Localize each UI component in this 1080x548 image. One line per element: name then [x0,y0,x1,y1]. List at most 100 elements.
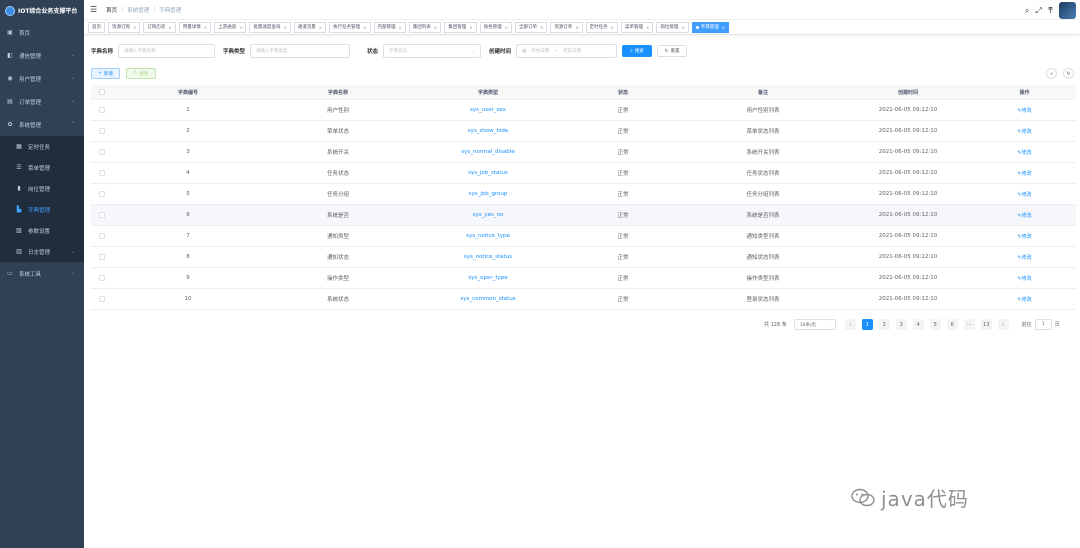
edit-link[interactable]: ✎修改 [973,212,1076,219]
close-icon[interactable]: × [319,25,322,30]
table-row[interactable]: 7 通知类型 sys_notice_type 正常 通知类型列表 2021-06-05 0… [91,226,1076,247]
prev-page-button[interactable]: ‹ [844,319,856,330]
sidebar-item-orders[interactable]: ▤ 订单管理 ⌄ [0,90,84,113]
dict-type-cell[interactable]: sys_show_hide [413,128,563,134]
sidebar-item-posts[interactable]: ▮ 岗位管理 [0,178,84,199]
close-icon[interactable]: × [681,25,684,30]
close-icon[interactable]: × [168,25,171,30]
reset-button[interactable]: ↻ 重置 [657,45,688,57]
sidebar-item-dictionary[interactable]: ▙ 字典管理 [0,199,84,220]
close-icon[interactable]: × [540,25,543,30]
font-size-icon[interactable]: ͳ [1048,6,1053,15]
table-row[interactable]: 2 菜单状态 sys_show_hide 正常 菜单状态列表 2021-06-05 09:… [91,121,1076,142]
close-icon[interactable]: × [611,25,614,30]
table-row[interactable]: 4 任务状态 sys_job_status 正常 任务状态列表 2021-06-05 09… [91,163,1076,184]
row-checkbox[interactable] [91,275,113,281]
dict-type-cell[interactable]: sys_job_status [413,170,563,176]
next-page-button[interactable]: › [997,319,1009,330]
refresh-icon[interactable]: ↻ [1063,68,1074,79]
sidebar-item-home[interactable]: ▣ 首页 [0,21,84,44]
page-button[interactable]: 3 [895,319,907,330]
row-checkbox[interactable] [91,170,113,176]
sidebar-item-users[interactable]: ◉ 用户管理 ⌄ [0,67,84,90]
tab-0[interactable]: 首页 [88,21,105,33]
table-row[interactable]: 10 系统状态 sys_common_status 正常 登录状态列表 2021-06-0… [91,289,1076,310]
table-row[interactable]: 1 用户性别 sys_user_sex 正常 用户性别列表 2021-06-05 09:1… [91,100,1076,121]
sidebar-item-params[interactable]: ▧ 参数设置 [0,220,84,241]
close-icon[interactable]: × [722,25,725,30]
search-button[interactable]: ⌕ 搜索 [622,45,653,57]
edit-link[interactable]: ✎修改 [973,128,1076,135]
dict-type-cell[interactable]: sys_job_group [413,191,563,197]
dict-type-cell[interactable]: sys_oper_type [413,275,563,281]
goto-page-input[interactable]: 1 [1034,319,1052,330]
close-icon[interactable]: × [469,25,472,30]
table-row[interactable]: 6 系统是否 sys_yes_no 正常 系统是否列表 2021-06-05 09:12:… [91,205,1076,226]
tab-7[interactable]: 执行任务管理 × [329,21,371,33]
page-button[interactable]: 6 [946,319,958,330]
tab-5[interactable]: 批量速度查询 × [249,21,291,33]
close-icon[interactable]: × [283,25,286,30]
row-checkbox[interactable] [91,128,113,134]
close-icon[interactable]: × [434,25,437,30]
tab-8[interactable]: 内部管理 × [373,21,406,33]
tab-9[interactable]: 集团列表 × [408,21,442,33]
table-row[interactable]: 5 任务分组 sys_job_group 正常 任务分组列表 2021-06-05 09:… [91,184,1076,205]
close-icon[interactable]: × [505,25,508,30]
page-button[interactable]: ··· [963,319,975,330]
sidebar-item-menus[interactable]: ☰ 菜单管理 [0,157,84,178]
table-row[interactable]: 8 通知状态 sys_notice_status 正常 通知状态列表 2021-06-05… [91,247,1076,268]
dict-type-cell[interactable]: sys_common_status [413,296,563,302]
status-select[interactable]: 字典状态 ⌄ [383,44,482,58]
row-checkbox[interactable] [91,107,113,113]
dict-type-cell[interactable]: sys_normal_disable [413,149,563,155]
row-checkbox[interactable] [91,296,113,302]
tab-15[interactable]: 菜单管理 × [621,21,654,33]
close-icon[interactable]: × [399,25,402,30]
edit-link[interactable]: ✎修改 [973,191,1076,198]
edit-link[interactable]: ✎修改 [973,107,1076,114]
dict-type-cell[interactable]: sys_yes_no [413,212,563,218]
hamburger-icon[interactable]: ☰ [90,5,97,14]
page-button[interactable]: 1 [861,319,873,330]
dict-name-input[interactable]: 请输入字典名称 [118,44,216,58]
tab-16[interactable]: 岗位管理 × [656,21,689,33]
tab-17[interactable]: 字典管理 × [691,21,730,33]
dict-type-cell[interactable]: sys_notice_type [413,233,563,239]
tab-13[interactable]: 资源订单 × [550,21,583,33]
edit-link[interactable]: ✎修改 [973,149,1076,156]
tab-1[interactable]: 资源订购 × [108,21,141,33]
tab-12[interactable]: 全部订单 × [514,21,548,33]
close-icon[interactable]: × [133,25,136,30]
edit-link[interactable]: ✎修改 [973,170,1076,177]
sidebar-item-tools[interactable]: ▭ 系统工具 ⌄ [0,262,84,285]
row-checkbox[interactable] [91,254,113,260]
close-icon[interactable]: × [239,25,242,30]
row-checkbox[interactable] [91,191,113,197]
tab-3[interactable]: 用量详情 × [178,21,212,33]
sidebar-item-communication[interactable]: ◧ 通信管理 ⌄ [0,44,84,67]
tab-6[interactable]: 通道流量 × [293,21,327,33]
add-button[interactable]: + 新增 [91,68,120,79]
page-size-select[interactable]: 10条/页 ⌄ [793,319,836,330]
select-all-checkbox[interactable] [91,89,113,95]
page-button[interactable]: 13 [980,319,992,330]
close-icon[interactable]: × [575,25,578,30]
date-range-picker[interactable]: ▦ 开始日期 - 结束日期 [516,44,618,58]
search-toggle-icon[interactable]: ⌕ [1046,68,1057,79]
close-icon[interactable]: × [646,25,649,30]
table-row[interactable]: 3 系统开关 sys_normal_disable 正常 系统开关列表 2021-06-0… [91,142,1076,163]
tab-4[interactable]: 上游通道 × [214,21,247,33]
fullscreen-icon[interactable]: ⤢ [1035,6,1041,16]
edit-link[interactable]: ✎修改 [973,254,1076,261]
avatar[interactable] [1059,2,1076,19]
sidebar-item-scheduled-tasks[interactable]: ▦ 定时任务 [0,136,84,157]
table-row[interactable]: 9 操作类型 sys_oper_type 正常 操作类型列表 2021-06-05 09:… [91,268,1076,289]
tab-11[interactable]: 角色管理 × [479,21,512,33]
breadcrumb-home[interactable]: 首页 [106,6,117,14]
edit-link[interactable]: ✎修改 [973,275,1076,282]
row-checkbox[interactable] [91,233,113,239]
close-icon[interactable]: × [204,25,207,30]
sidebar-item-logs[interactable]: ▥ 日志管理 ⌄ [0,241,84,262]
tab-14[interactable]: 定时任务 × [585,21,619,33]
